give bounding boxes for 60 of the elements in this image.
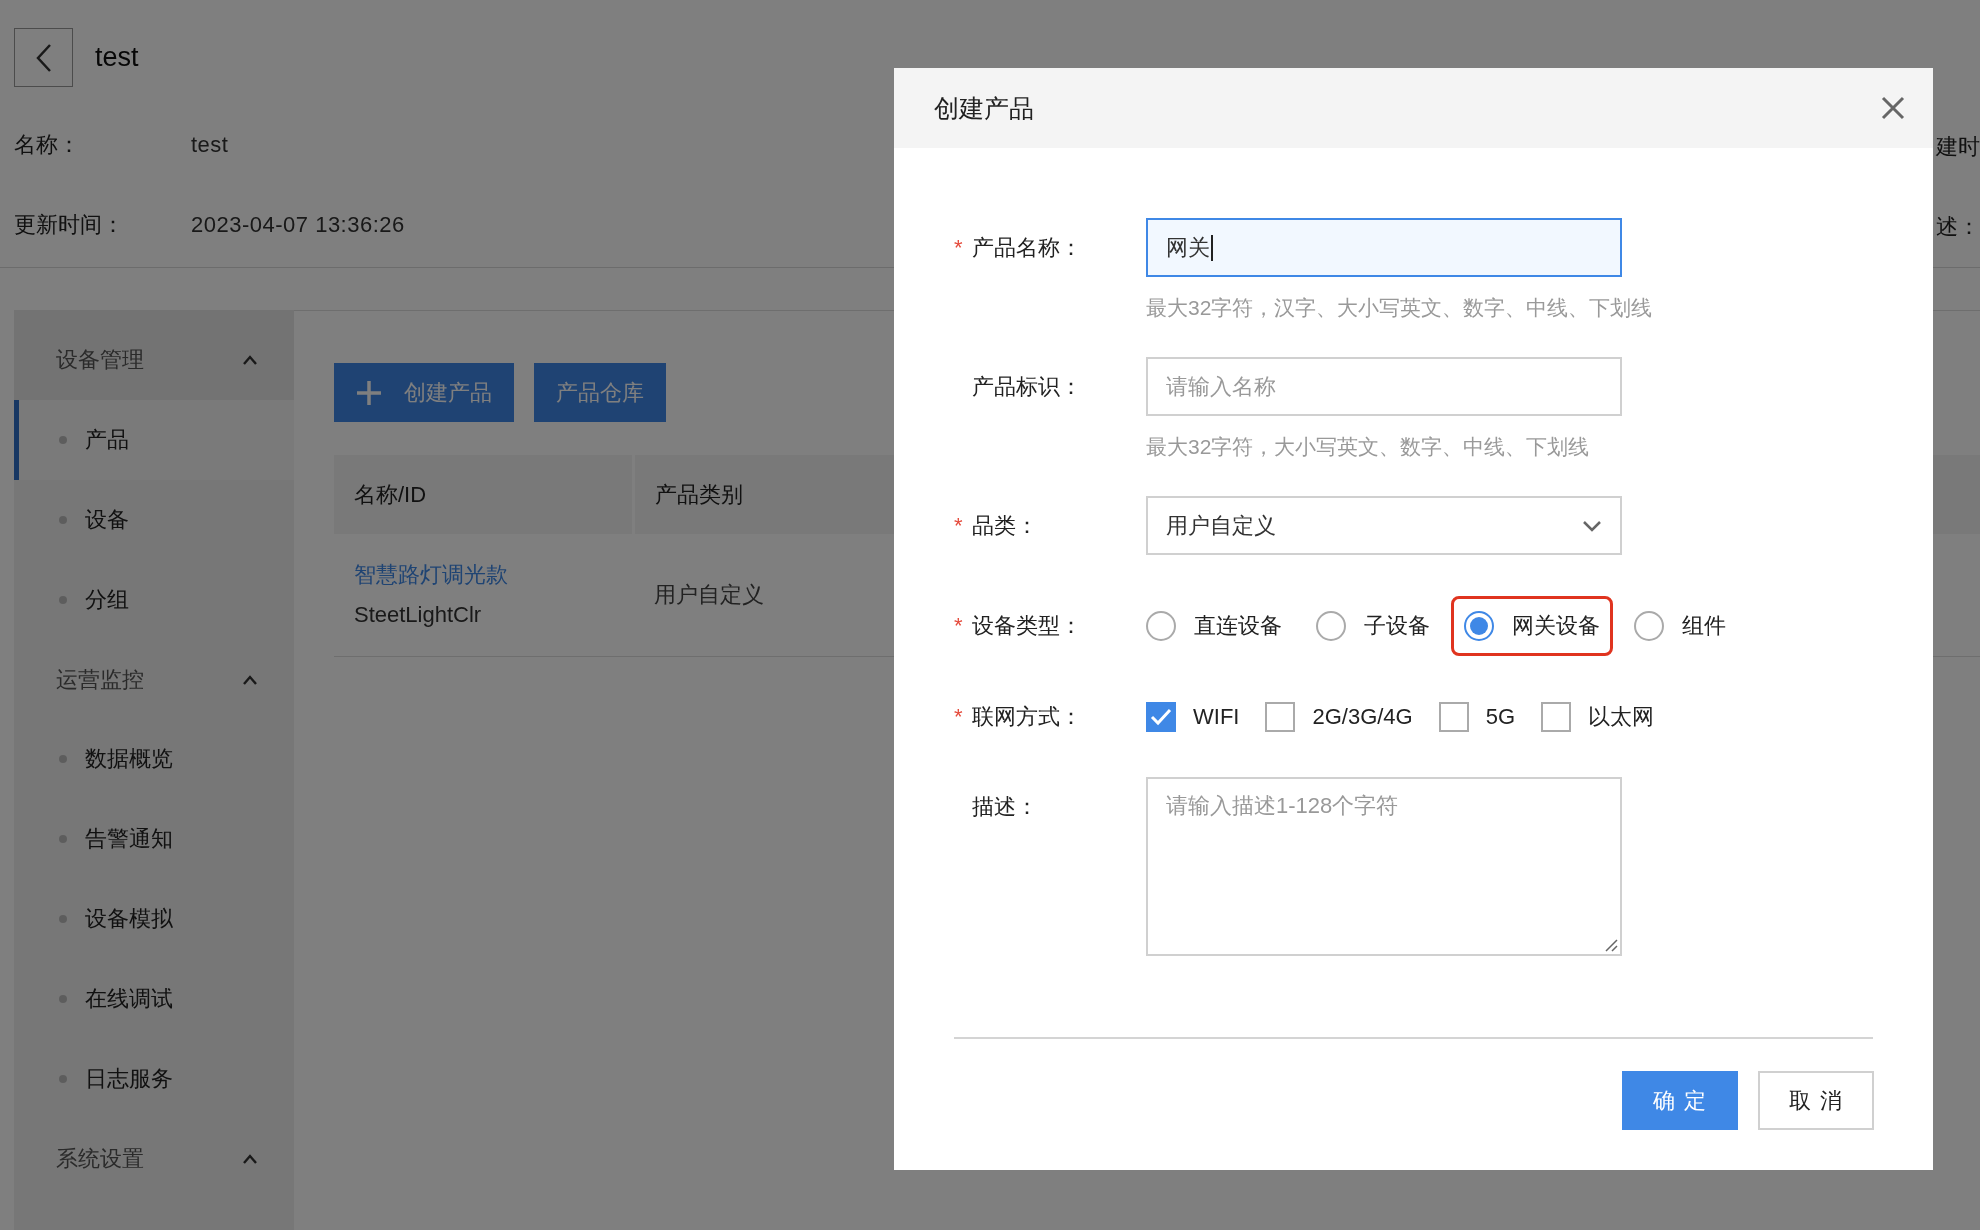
radio-option[interactable]: 子设备 (1303, 596, 1443, 656)
input-field[interactable]: 请输入名称 (1146, 357, 1622, 416)
nav-item[interactable]: 设备模拟 (14, 879, 294, 959)
required-mark: * (954, 234, 964, 261)
input-field[interactable]: 网关 (1146, 218, 1622, 277)
nav-item[interactable]: 设备 (14, 480, 294, 560)
nav-group-label: 系统设置 (56, 1144, 144, 1173)
nav-group-header[interactable]: 系统设置 (14, 1119, 294, 1198)
checkbox[interactable] (1265, 701, 1296, 732)
checkbox-label: 2G/3G/4G (1312, 703, 1413, 730)
nav-item[interactable]: 在线调试 (14, 959, 294, 1039)
toolbar-button[interactable]: 创建产品 (334, 363, 514, 422)
radio-option[interactable]: 网关设备 (1451, 596, 1613, 656)
radio-option[interactable]: 组件 (1621, 596, 1739, 656)
nav-item[interactable]: 数据概览 (14, 719, 294, 799)
field-hint: 最大32字符，汉字、大小写英文、数字、中线、下划线 (1146, 295, 1654, 321)
nav-group-header[interactable]: 运营监控 (14, 640, 294, 719)
nav-item[interactable]: 日志服务 (14, 1039, 294, 1119)
nav-group-label: 运营监控 (56, 665, 144, 694)
back-icon (34, 42, 53, 73)
nav-item[interactable]: 告警通知 (14, 799, 294, 879)
product-name-link[interactable]: 智慧路灯调光款 (354, 555, 614, 595)
plus-icon (356, 379, 382, 406)
back-button[interactable] (14, 28, 73, 87)
field-label: 描述： (972, 792, 1038, 821)
chevron-down-icon (1582, 519, 1602, 532)
resize-grip-icon[interactable] (1604, 938, 1618, 952)
close-icon (1881, 96, 1905, 120)
field-value: test (191, 132, 229, 158)
description-field[interactable]: 请输入描述1-128个字符 (1146, 777, 1622, 956)
field-value: 2023-04-07 13:36:26 (191, 212, 405, 238)
column-header: 名称/ID (334, 455, 634, 534)
checkbox[interactable] (1146, 701, 1176, 732)
field-label: 产品名称： (972, 233, 1082, 262)
checkbox[interactable] (1438, 701, 1469, 732)
required-mark: * (954, 703, 964, 730)
field-label: 产品标识： (972, 372, 1082, 401)
checkbox-label: 以太网 (1588, 702, 1655, 731)
toolbar-button[interactable]: 产品仓库 (534, 363, 666, 422)
checkmark-icon (1150, 707, 1172, 726)
field-label: 述： (1936, 213, 1980, 241)
radio-option[interactable]: 直连设备 (1146, 596, 1295, 656)
checkbox-label: 5G (1485, 703, 1516, 730)
dialog-title: 创建产品 (934, 92, 1034, 124)
nav-item[interactable]: 分组 (14, 560, 294, 640)
field-label: 建时 (1936, 133, 1980, 161)
field-label: 设备类型： (972, 612, 1082, 640)
field-label: 联网方式： (972, 702, 1082, 731)
checkbox-label: WIFI (1193, 703, 1240, 730)
nav-group-label: 设备管理 (56, 346, 144, 374)
field-label: 更新时间： (14, 211, 125, 239)
page-title: test (95, 42, 139, 73)
confirm-button[interactable]: 确 定 (1622, 1071, 1738, 1130)
checkbox[interactable] (1541, 701, 1572, 732)
select-field[interactable]: 用户自定义 (1146, 496, 1622, 555)
required-mark: * (954, 613, 964, 639)
product-id: SteetLightClr (354, 601, 483, 629)
cancel-button[interactable]: 取 消 (1758, 1071, 1874, 1130)
field-label: 名称： (14, 131, 81, 159)
nav-group-header[interactable]: 设备管理 (14, 310, 294, 400)
